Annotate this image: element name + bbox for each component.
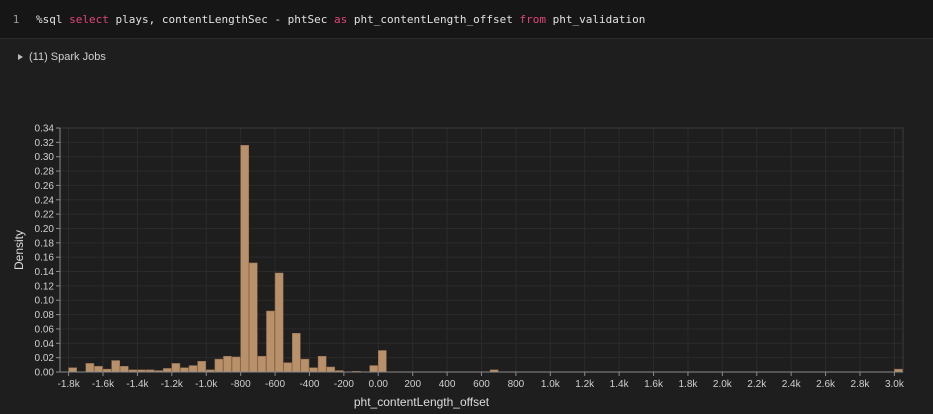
x-tick-label: 400 (439, 379, 456, 390)
y-tick-label: 0.00 (35, 368, 55, 379)
x-tick-label: 1.0k (541, 379, 561, 390)
x-tick-label: 2.8k (851, 379, 871, 390)
x-tick-label: -1.0k (195, 379, 218, 390)
x-tick-label: 800 (508, 379, 525, 390)
histogram-bar (162, 368, 172, 373)
x-tick-label: 200 (404, 379, 421, 390)
histogram-bar (119, 366, 129, 373)
x-tick-label: 1.8k (678, 379, 698, 390)
y-tick-label: 0.26 (35, 181, 55, 192)
histogram-bar (68, 367, 77, 373)
histogram-bar (231, 356, 241, 373)
x-tick-label: 2.6k (816, 379, 836, 390)
histogram-bar (240, 144, 249, 373)
y-tick-label: 0.02 (35, 353, 55, 364)
histogram-bar (197, 360, 206, 373)
histogram-bar (309, 367, 318, 373)
x-tick-label: 1.6k (644, 379, 664, 390)
y-tick-label: 0.18 (35, 238, 55, 249)
x-tick-label: 2.4k (782, 379, 802, 390)
histogram-bar (85, 363, 95, 373)
y-tick-label: 0.28 (35, 167, 55, 178)
x-tick-label: -1.2k (161, 379, 184, 390)
x-tick-label: -200 (334, 379, 354, 390)
histogram-bar (326, 366, 336, 373)
histogram-bar (378, 350, 387, 373)
y-tick-label: 0.12 (35, 281, 55, 292)
histogram-bar (257, 355, 267, 373)
histogram-bar (171, 363, 181, 373)
histogram-bar (248, 262, 258, 373)
histogram-bar (283, 362, 293, 373)
x-tick-label: 3.0k (885, 379, 905, 390)
x-tick-label: 2.2k (747, 379, 767, 390)
y-tick-label: 0.32 (35, 138, 55, 149)
histogram-bar (180, 367, 189, 373)
histogram-bar (94, 366, 103, 373)
histogram-bar (111, 360, 120, 373)
y-tick-label: 0.16 (35, 253, 55, 264)
x-tick-label: 600 (473, 379, 490, 390)
x-tick-label: -800 (231, 379, 251, 390)
y-axis-title: Density (12, 230, 26, 270)
histogram-bar (223, 355, 232, 373)
x-tick-label: 1.2k (575, 379, 595, 390)
histogram-bar (300, 358, 310, 373)
histogram-bar (317, 355, 327, 373)
y-tick-label: 0.10 (35, 296, 55, 307)
histogram-bar (266, 310, 275, 373)
x-tick-label: 2.0k (713, 379, 733, 390)
y-tick-label: 0.22 (35, 210, 55, 221)
y-tick-label: 0.24 (35, 195, 55, 206)
histogram-bar (274, 272, 284, 373)
x-tick-label: -1.4k (126, 379, 149, 390)
y-tick-label: 0.04 (35, 339, 55, 350)
x-tick-label: -400 (299, 379, 319, 390)
x-tick-label: 0.00 (369, 379, 389, 390)
histogram-bar (292, 332, 301, 373)
y-tick-label: 0.14 (35, 267, 55, 278)
x-tick-label: -1.8k (57, 379, 80, 390)
y-tick-label: 0.30 (35, 152, 55, 163)
histogram-bar (369, 365, 379, 373)
y-tick-label: 0.20 (35, 224, 55, 235)
y-tick-label: 0.34 (35, 124, 55, 135)
y-tick-label: 0.06 (35, 324, 55, 335)
x-tick-label: -600 (265, 379, 285, 390)
x-axis-title: pht_contentLength_offset (354, 395, 490, 409)
histogram-bar (214, 358, 224, 373)
x-tick-label: 1.4k (610, 379, 630, 390)
y-tick-label: 0.08 (35, 310, 55, 321)
x-tick-label: -1.6k (92, 379, 115, 390)
histogram-chart: -1.8k -1.6k -1.4k -1.2k -1.0k -800 -600 -400 -20… (12, 124, 905, 410)
histogram-bar (188, 365, 198, 373)
